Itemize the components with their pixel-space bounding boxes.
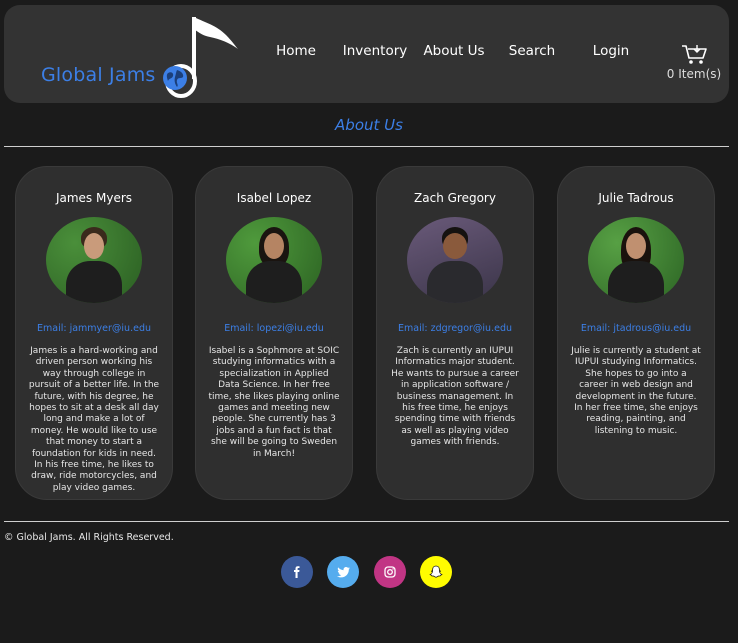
globe-icon — [163, 66, 187, 90]
member-photo — [407, 217, 503, 303]
member-photo — [226, 217, 322, 303]
member-name: Isabel Lopez — [236, 191, 312, 205]
cart-button[interactable]: 0 Item(s) — [659, 43, 729, 87]
member-bio: Isabel is a Sophmore at SOIC studying in… — [208, 346, 340, 459]
logo-text: Global Jams — [41, 64, 156, 86]
site-header: Global Jams Home Inventory About Us Sear… — [4, 5, 729, 103]
member-bio: Julie is currently a student at IUPUI st… — [571, 346, 701, 436]
nav-about-us[interactable]: About Us — [423, 43, 484, 59]
member-name: Zach Gregory — [414, 191, 496, 205]
nav-search[interactable]: Search — [509, 43, 555, 59]
team-card-zach: Zach Gregory Email: zdgregor@iu.edu Zach… — [376, 166, 534, 500]
member-email[interactable]: Email: jtadrous@iu.edu — [558, 323, 714, 334]
main-nav: Home Inventory About Us Search Login — [4, 43, 729, 63]
member-bio: James is a hard-working and driven perso… — [28, 346, 160, 493]
nav-inventory[interactable]: Inventory — [343, 43, 407, 59]
nav-login[interactable]: Login — [593, 43, 629, 59]
cart-count: 0 Item(s) — [666, 67, 722, 81]
member-bio: Zach is currently an IUPUI Informatics m… — [391, 346, 519, 448]
page-title: About Us — [335, 116, 403, 134]
nav-home[interactable]: Home — [276, 43, 316, 59]
member-name: Julie Tadrous — [598, 191, 674, 205]
instagram-icon[interactable] — [374, 556, 406, 588]
footer-divider — [4, 521, 729, 522]
twitter-icon[interactable] — [327, 556, 359, 588]
member-email[interactable]: Email: zdgregor@iu.edu — [377, 323, 533, 334]
member-email[interactable]: Email: lopezi@iu.edu — [196, 323, 352, 334]
member-email[interactable]: Email: jammyer@iu.edu — [16, 323, 172, 334]
copyright-text: © Global Jams. All Rights Reserved. — [4, 532, 174, 543]
cart-icon — [682, 45, 707, 64]
facebook-icon[interactable] — [281, 556, 313, 588]
member-photo — [46, 217, 142, 303]
member-name: James Myers — [55, 191, 133, 205]
team-card-julie: Julie Tadrous Email: jtadrous@iu.edu Jul… — [557, 166, 715, 500]
team-card-isabel: Isabel Lopez Email: lopezi@iu.edu Isabel… — [195, 166, 353, 500]
title-divider — [4, 146, 729, 147]
member-photo — [588, 217, 684, 303]
snapchat-icon[interactable] — [420, 556, 452, 588]
team-card-james: James Myers Email: jammyer@iu.edu James … — [15, 166, 173, 500]
